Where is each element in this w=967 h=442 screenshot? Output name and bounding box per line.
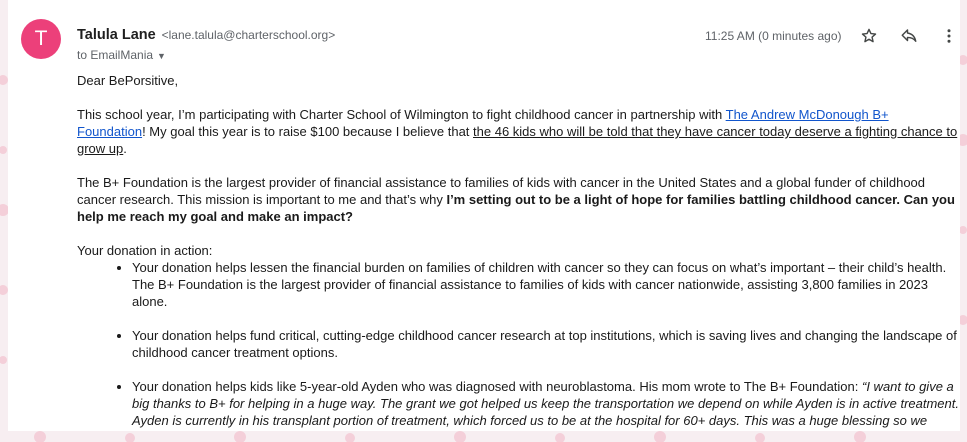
list-item: Your donation helps lessen the financial… (132, 259, 959, 310)
sender-line: Talula Lane <lane.talula@charterschool.o… (77, 26, 335, 43)
donation-heading: Your donation in action: (77, 243, 213, 258)
sender-email[interactable]: <lane.talula@charterschool.org> (162, 28, 336, 42)
p1-text-end: . (123, 141, 127, 156)
recipient-line[interactable]: to EmailMania ▼ (77, 48, 166, 62)
avatar-initial: T (34, 27, 48, 50)
email-body: Dear BePorsitive, This school year, I’m … (77, 72, 959, 431)
p1-text-start: This school year, I’m participating with… (77, 107, 726, 122)
greeting: Dear BePorsitive, (77, 73, 179, 88)
paragraph-goal: This school year, I’m participating with… (77, 106, 959, 157)
avatar[interactable]: T (21, 19, 61, 59)
star-icon[interactable] (857, 24, 881, 48)
donation-list: Your donation helps lessen the financial… (77, 259, 959, 431)
reply-icon[interactable] (897, 24, 921, 48)
list-item: Your donation helps kids like 5-year-old… (132, 378, 959, 431)
bullet3-text: Your donation helps kids like 5-year-old… (132, 379, 862, 394)
chevron-down-icon[interactable]: ▼ (157, 51, 166, 61)
timestamp: 11:25 AM (0 minutes ago) (705, 29, 842, 43)
email-message: T Talula Lane <lane.talula@charterschool… (8, 0, 960, 431)
more-vertical-icon[interactable] (937, 24, 960, 48)
list-item: Your donation helps fund critical, cutti… (132, 327, 959, 361)
p1-text-middle: ! My goal this year is to raise $100 bec… (142, 124, 474, 139)
recipient-label: to EmailMania (77, 48, 154, 62)
sender-name[interactable]: Talula Lane (77, 27, 156, 43)
paragraph-mission: The B+ Foundation is the largest provide… (77, 174, 959, 225)
